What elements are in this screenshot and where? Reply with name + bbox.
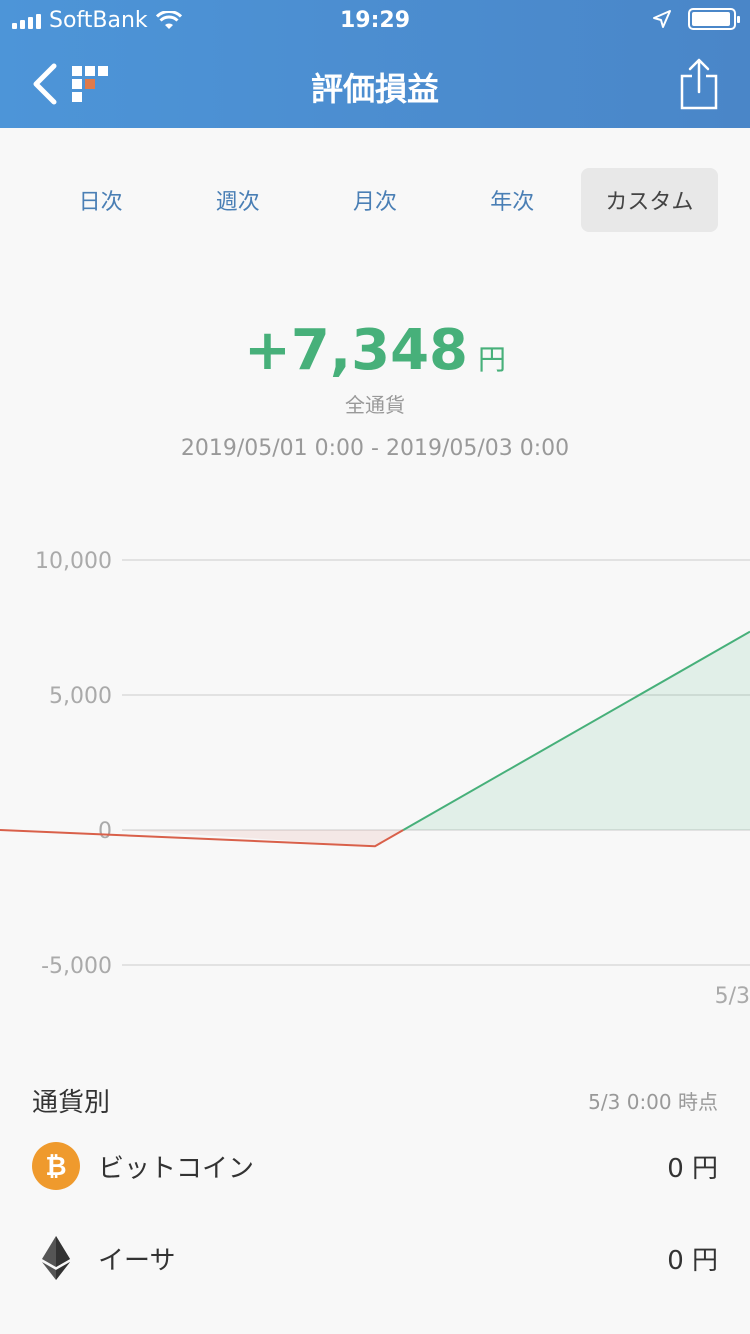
section-header: 通貨別 5/3 0:00 時点 (32, 1080, 718, 1120)
tab-custom[interactable]: カスタム (580, 168, 719, 232)
currency-name: ビットコイン (98, 1153, 255, 1184)
currency-breakdown: 通貨別 5/3 0:00 時点 ₿ ビットコイン 0 円 イーサ 0 円 (32, 1080, 718, 1304)
nav-bar: 評価損益 (0, 40, 750, 128)
currency-value: 0 円 (667, 1245, 718, 1276)
status-right (652, 8, 740, 30)
tab-yearly[interactable]: 年次 (444, 168, 581, 232)
ethereum-icon (42, 1236, 70, 1280)
y-tick-label: 5,000 (49, 684, 112, 709)
share-icon[interactable] (678, 56, 720, 112)
section-timestamp: 5/3 0:00 時点 (588, 1089, 718, 1114)
tab-monthly[interactable]: 月次 (306, 168, 443, 232)
battery-icon (688, 8, 740, 30)
pnl-date-range: 2019/05/01 0:00 - 2019/05/03 0:00 (180, 436, 570, 461)
section-title: 通貨別 (32, 1087, 111, 1118)
location-icon (653, 10, 671, 28)
pnl-summary: +7,348 円 全通貨 2019/05/01 0:00 - 2019/05/03… (0, 318, 750, 461)
bitcoin-icon: ₿ (32, 1142, 80, 1190)
pnl-chart: 10,000 5,000 0 -5,000 5/3 (0, 549, 750, 1009)
pnl-value: +7,348 (243, 318, 469, 383)
app-header: SoftBank 19:29 評価損益 (0, 0, 750, 128)
pnl-amount: +7,348 円 (0, 318, 750, 383)
pnl-scope: 全通貨 (345, 393, 405, 417)
currency-row-ethereum[interactable]: イーサ 0 円 (32, 1212, 718, 1304)
tab-weekly[interactable]: 週次 (169, 168, 306, 232)
period-tabs: 日次 週次 月次 年次 カスタム (32, 168, 719, 232)
currency-row-bitcoin[interactable]: ₿ ビットコイン 0 円 (32, 1120, 718, 1212)
x-tick-label: 5/3 (715, 984, 750, 1009)
y-tick-label: 0 (98, 819, 112, 844)
tab-daily[interactable]: 日次 (32, 168, 169, 232)
status-bar: SoftBank 19:29 (0, 0, 750, 40)
status-time: 19:29 (339, 8, 411, 33)
pnl-unit: 円 (478, 343, 507, 376)
page-title: 評価損益 (310, 70, 439, 108)
loss-area (122, 830, 404, 847)
y-tick-label: -5,000 (41, 954, 112, 979)
currency-value: 0 円 (667, 1153, 718, 1184)
currency-name: イーサ (98, 1245, 176, 1276)
y-tick-label: 10,000 (35, 549, 112, 574)
